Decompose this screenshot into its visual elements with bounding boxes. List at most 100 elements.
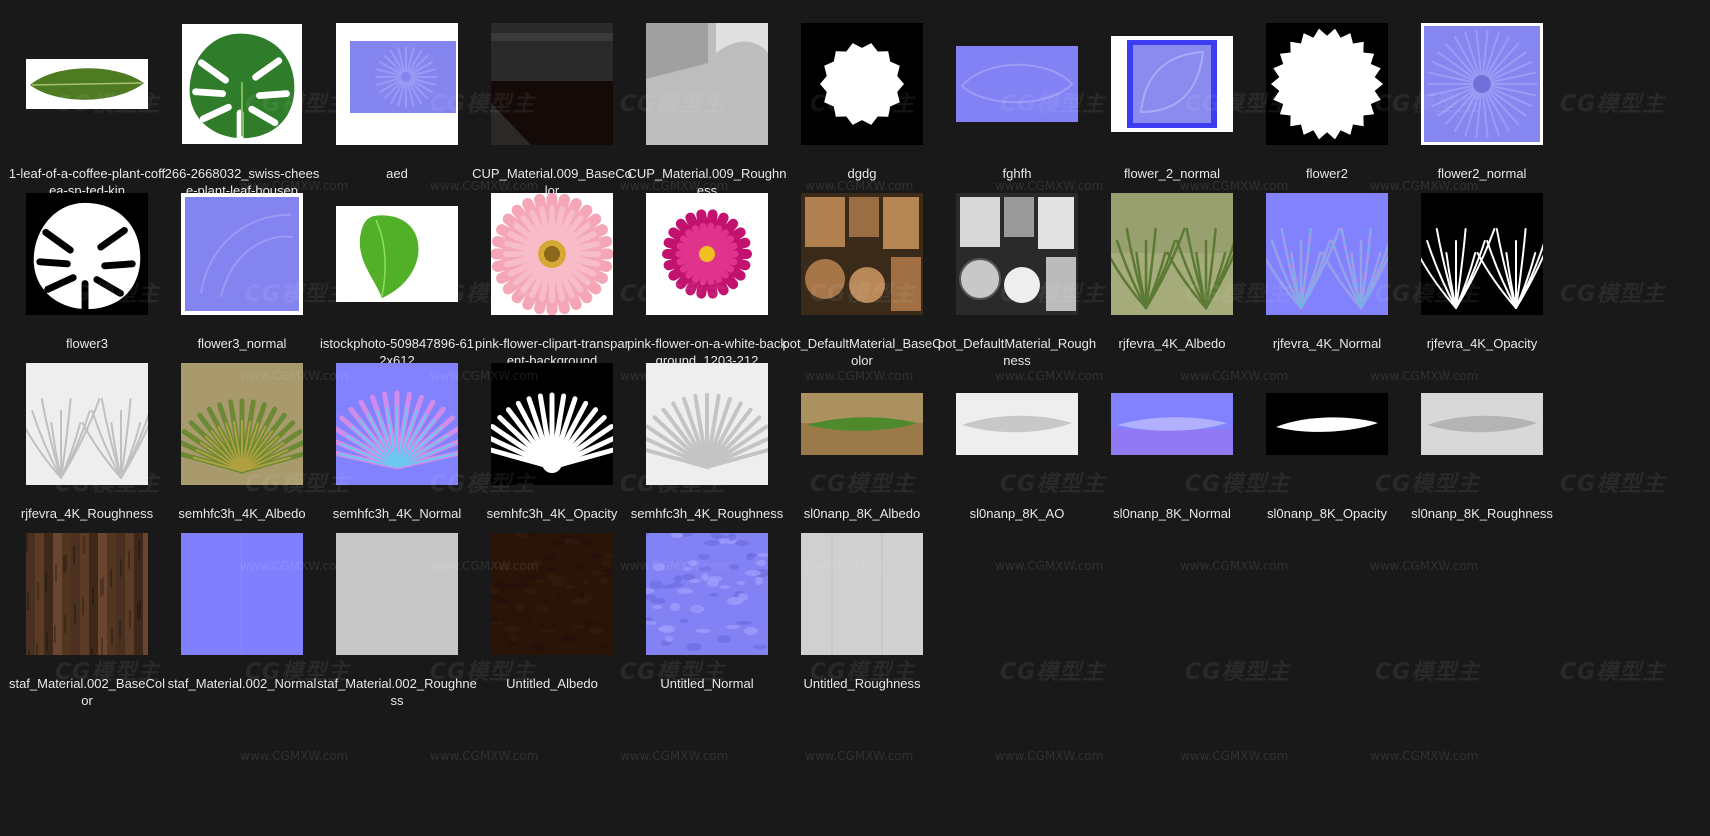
file-item[interactable]: 266-2668032_swiss-cheese-plant-leaf-hous…	[162, 3, 322, 198]
noise-normal-thumbnail	[646, 533, 768, 655]
thumbnail-frame	[1254, 351, 1400, 497]
file-name-label: Untitled_Albedo	[506, 676, 598, 691]
file-item[interactable]: rjfevra_4K_Roughness	[7, 343, 167, 523]
thumbnail-frame	[169, 351, 315, 497]
thumbnail-frame	[944, 181, 1090, 327]
pot-basecolor-thumbnail	[801, 193, 923, 315]
thumbnail-frame	[789, 521, 935, 667]
file-item[interactable]: CUP_Material.009_Roughness	[627, 3, 787, 198]
thumbnail-frame	[1254, 181, 1400, 327]
file-item[interactable]: dgdg	[782, 3, 942, 183]
thumbnail-frame	[479, 521, 625, 667]
thumbnail-frame	[169, 181, 315, 327]
file-item[interactable]: flower3_normal	[162, 173, 322, 353]
file-item[interactable]: sl0nanp_8K_Albedo	[782, 343, 942, 523]
file-name-label: Untitled_Normal	[660, 676, 754, 691]
flower2-mask-thumbnail	[1266, 23, 1388, 145]
thumbnail-frame	[1099, 181, 1245, 327]
thumbnail-frame	[324, 181, 470, 327]
file-item[interactable]: staf_Material.002_Normal	[162, 513, 322, 693]
thumbnail-frame	[789, 351, 935, 497]
file-item[interactable]: semhfc3h_4K_Normal	[317, 343, 477, 523]
thumbnail-frame	[324, 521, 470, 667]
file-item[interactable]: 1-leaf-of-a-coffee-plant-coffea-sp-ted-k…	[7, 3, 167, 198]
file-item[interactable]: flower_2_normal	[1092, 3, 1252, 183]
file-item[interactable]: staf_Material.002_BaseColor	[7, 513, 167, 708]
grass-albedo-thumbnail	[1111, 193, 1233, 315]
file-item[interactable]: rjfevra_4K_Albedo	[1092, 173, 1252, 353]
file-name-label: Untitled_Roughness	[803, 676, 921, 691]
cup-basecolor-thumbnail	[491, 23, 613, 145]
file-name-label: staf_Material.002_Roughness	[317, 676, 477, 708]
normal-flower-white-thumbnail	[336, 23, 458, 145]
betel-leaf-thumbnail	[336, 206, 458, 302]
file-item[interactable]: flower2_normal	[1402, 3, 1562, 183]
file-item[interactable]: aed	[317, 3, 477, 183]
gerbera-thumbnail	[491, 193, 613, 315]
file-item[interactable]: semhfc3h_4K_Roughness	[627, 343, 787, 523]
monstera-thumbnail	[182, 24, 302, 144]
thumbnail-frame	[1099, 351, 1245, 497]
thumbnail-frame	[14, 181, 160, 327]
monstera-mask-thumbnail	[26, 193, 148, 315]
thumbnail-frame	[634, 521, 780, 667]
thumbnail-frame	[169, 11, 315, 157]
file-item[interactable]: pink-flower-clipart-transparent-backgrou…	[472, 173, 632, 368]
normal-leaf-framed-thumbnail	[1111, 36, 1233, 132]
cup-roughness-thumbnail	[646, 23, 768, 145]
file-item[interactable]: sl0nanp_8K_Opacity	[1247, 343, 1407, 523]
file-item[interactable]: rjfevra_4K_Opacity	[1402, 173, 1562, 353]
light-gray-thumbnail	[801, 533, 923, 655]
file-item[interactable]: semhfc3h_4K_Opacity	[472, 343, 632, 523]
file-item[interactable]: fghfh	[937, 3, 1097, 183]
grass-roughness-thumbnail	[26, 363, 148, 485]
blade-albedo-thumbnail	[801, 393, 923, 455]
file-name-label: staf_Material.002_BaseColor	[8, 676, 166, 708]
file-thumbnail-grid: 1-leaf-of-a-coffee-plant-coffea-sp-ted-k…	[0, 0, 1710, 836]
file-item[interactable]: CUP_Material.009_BaseColor	[472, 3, 632, 198]
file-item[interactable]: pink-flower-on-a-white-background_1203-2…	[627, 173, 787, 368]
palm-albedo-thumbnail	[181, 363, 303, 485]
file-item[interactable]: pot_DefaultMaterial_Roughness	[937, 173, 1097, 368]
file-item[interactable]: semhfc3h_4K_Albedo	[162, 343, 322, 523]
dahlia-thumbnail	[646, 193, 768, 315]
file-name-label: sl0nanp_8K_Opacity	[1267, 506, 1387, 521]
dark-brown-thumbnail	[491, 533, 613, 655]
thumbnail-frame	[944, 11, 1090, 157]
file-item[interactable]: sl0nanp_8K_Normal	[1092, 343, 1252, 523]
file-item[interactable]: Untitled_Normal	[627, 513, 787, 693]
thumbnail-frame	[789, 11, 935, 157]
thumbnail-frame	[634, 351, 780, 497]
grass-normal-thumbnail	[1266, 193, 1388, 315]
pot-roughness-thumbnail	[956, 193, 1078, 315]
thumbnail-frame	[324, 351, 470, 497]
file-item[interactable]: Untitled_Roughness	[782, 513, 942, 693]
thumbnail-frame	[169, 521, 315, 667]
palm-normal-thumbnail	[336, 363, 458, 485]
thumbnail-frame	[634, 11, 780, 157]
thumbnail-frame	[944, 351, 1090, 497]
thumbnail-frame	[14, 351, 160, 497]
palm-opacity-thumbnail	[491, 363, 613, 485]
file-item[interactable]: pot_DefaultMaterial_BaseColor	[782, 173, 942, 368]
palm-roughness-thumbnail	[646, 363, 768, 485]
file-item[interactable]: istockphoto-509847896-612x612	[317, 173, 477, 368]
grass-opacity-thumbnail	[1421, 193, 1543, 315]
file-item[interactable]: rjfevra_4K_Normal	[1247, 173, 1407, 353]
file-item[interactable]: sl0nanp_8K_Roughness	[1402, 343, 1562, 523]
file-item[interactable]: flower2	[1247, 3, 1407, 183]
thumbnail-frame	[479, 181, 625, 327]
flat-gray-thumbnail	[336, 533, 458, 655]
file-name-label: sl0nanp_8K_AO	[969, 506, 1065, 521]
file-item[interactable]: sl0nanp_8K_AO	[937, 343, 1097, 523]
thumbnail-frame	[789, 181, 935, 327]
normal-leaf-wide-thumbnail	[956, 46, 1078, 122]
blade-normal-thumbnail	[1111, 393, 1233, 455]
file-name-label: sl0nanp_8K_Normal	[1113, 506, 1231, 521]
thumbnail-frame	[1254, 11, 1400, 157]
file-item[interactable]: flower3	[7, 173, 167, 353]
file-item[interactable]: staf_Material.002_Roughness	[317, 513, 477, 708]
thumbnail-frame	[479, 11, 625, 157]
file-item[interactable]: Untitled_Albedo	[472, 513, 632, 693]
thumbnail-frame	[1409, 351, 1555, 497]
